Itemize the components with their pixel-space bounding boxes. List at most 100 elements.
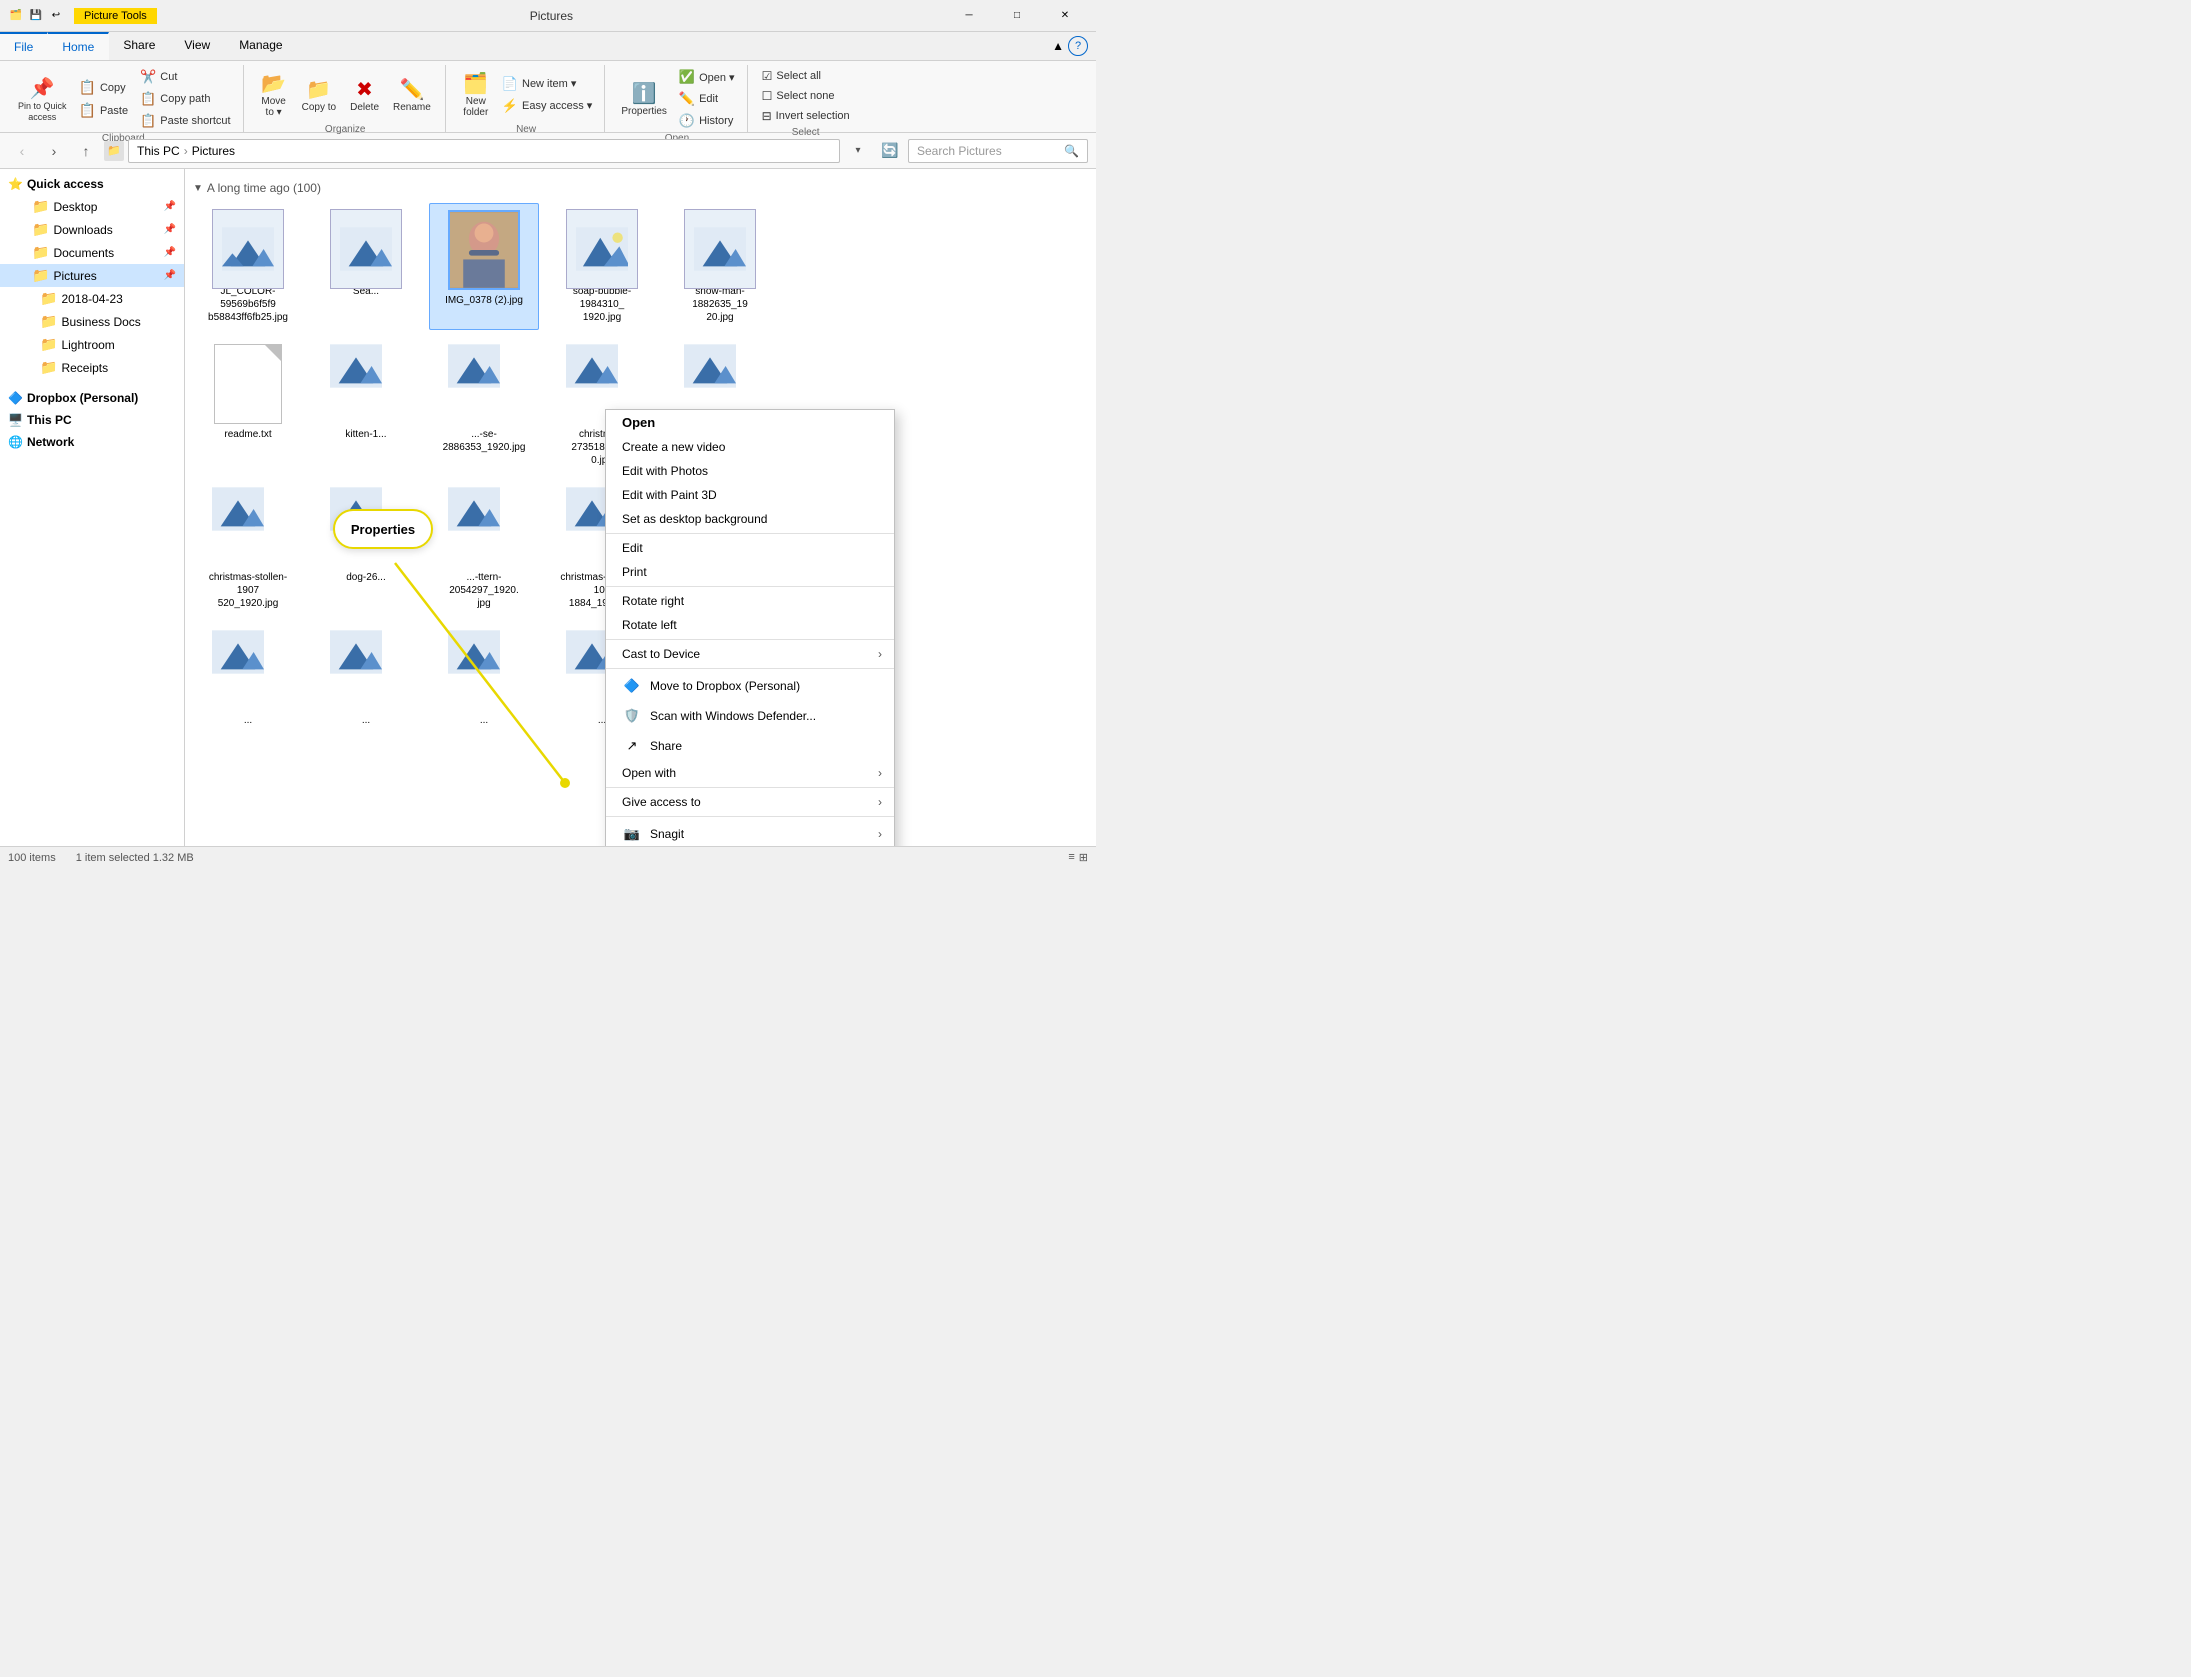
select-all-button[interactable]: ☑Select all: [758, 67, 854, 85]
select-none-button[interactable]: ☐Select none: [758, 87, 854, 105]
dropbox-section[interactable]: 🔷 Dropbox (Personal): [0, 387, 184, 409]
paste-shortcut-button[interactable]: 📋Paste shortcut: [136, 111, 235, 131]
sidebar-item-business[interactable]: 📁 Business Docs: [0, 310, 184, 333]
pin-icon: 📌: [164, 270, 176, 281]
new-folder-button[interactable]: 🗂️ Newfolder: [456, 67, 496, 122]
ctx-open-with[interactable]: Open with ›: [606, 761, 894, 785]
section-header: ▼ A long time ago (100): [193, 177, 1088, 199]
ctx-snagit[interactable]: 📷 Snagit ›: [606, 819, 894, 846]
tab-manage[interactable]: Manage: [225, 32, 297, 60]
properties-button[interactable]: ℹ️ Properties: [615, 77, 673, 121]
ctx-print[interactable]: Print: [606, 560, 894, 584]
invert-selection-button[interactable]: ⊟Invert selection: [758, 107, 854, 125]
this-pc-section[interactable]: 🖥️ This PC: [0, 409, 184, 431]
dropdown-button[interactable]: ▾: [844, 137, 872, 165]
copy-to-button[interactable]: 📁 Copy to: [296, 73, 342, 117]
file-item[interactable]: kitten-1...: [311, 338, 421, 473]
file-item[interactable]: snow-man-1882635_1920.jpg: [665, 203, 775, 330]
ctx-set-desktop[interactable]: Set as desktop background: [606, 507, 894, 531]
delete-button[interactable]: ✖ Delete: [344, 73, 385, 117]
ctx-edit[interactable]: Edit: [606, 536, 894, 560]
section-toggle[interactable]: ▼: [193, 183, 203, 194]
ctx-move-dropbox[interactable]: 🔷 Move to Dropbox (Personal): [606, 671, 894, 701]
file-item[interactable]: soap-bubble-1984310_1920.jpg: [547, 203, 657, 330]
file-name: IMG_0378 (2).jpg: [445, 294, 523, 307]
ctx-scan-defender[interactable]: 🛡️ Scan with Windows Defender...: [606, 701, 894, 731]
address-path[interactable]: This PC › Pictures: [128, 139, 840, 163]
sidebar-label-lightroom: Lightroom: [61, 338, 114, 352]
file-item[interactable]: readme.txt: [193, 338, 303, 473]
ctx-share[interactable]: ↗ Share: [606, 731, 894, 761]
close-button[interactable]: ✕: [1042, 0, 1088, 32]
file-item[interactable]: Sea...: [311, 203, 421, 330]
help-icon[interactable]: ?: [1068, 36, 1088, 56]
search-box[interactable]: Search Pictures 🔍: [908, 139, 1088, 163]
ctx-create-video[interactable]: Create a new video: [606, 435, 894, 459]
tab-share[interactable]: Share: [109, 32, 170, 60]
sidebar-item-receipts[interactable]: 📁 Receipts: [0, 356, 184, 379]
file-item[interactable]: ...-se-2886353_1920.jpg: [429, 338, 539, 473]
network-section[interactable]: 🌐 Network: [0, 431, 184, 453]
undo-icon[interactable]: ↩: [48, 8, 64, 24]
back-button[interactable]: ‹: [8, 137, 36, 165]
move-to-button[interactable]: 📂 Moveto ▾: [254, 67, 294, 122]
path-part-this-pc[interactable]: This PC: [137, 144, 180, 158]
ctx-cast-to-device[interactable]: Cast to Device ›: [606, 642, 894, 666]
easy-access-button[interactable]: ⚡Easy access ▾: [498, 96, 597, 116]
file-item[interactable]: ...-ttern-2054297_1920.jpg: [429, 481, 539, 616]
sidebar-item-documents[interactable]: 📁 Documents 📌: [0, 241, 184, 264]
edit-button[interactable]: ✏️Edit: [675, 89, 739, 109]
sidebar-item-pictures[interactable]: 📁 Pictures 📌: [0, 264, 184, 287]
tab-file[interactable]: File: [0, 32, 48, 60]
content-area: ▼ A long time ago (100): [185, 169, 1096, 846]
file-name: ...-ttern-2054297_1920.jpg: [435, 571, 533, 610]
paste-button[interactable]: 📋Paste: [75, 100, 133, 121]
ctx-rotate-right[interactable]: Rotate right: [606, 589, 894, 613]
rename-button[interactable]: ✏️ Rename: [387, 73, 437, 117]
file-name: ...-se-2886353_1920.jpg: [435, 428, 533, 454]
ctx-rotate-left[interactable]: Rotate left: [606, 613, 894, 637]
maximize-button[interactable]: □: [994, 0, 1040, 32]
sidebar-item-downloads[interactable]: 📁 Downloads 📌: [0, 218, 184, 241]
properties-annotation-bubble: Properties: [333, 509, 433, 549]
up-button[interactable]: ↑: [72, 137, 100, 165]
refresh-button[interactable]: 🔄: [876, 137, 904, 165]
save-icon[interactable]: 💾: [28, 8, 44, 24]
sidebar-item-desktop[interactable]: 📁 Desktop 📌: [0, 195, 184, 218]
search-icon[interactable]: 🔍: [1064, 144, 1079, 158]
file-item[interactable]: ...: [429, 624, 539, 733]
file-item[interactable]: ...: [193, 624, 303, 733]
sidebar-item-lightroom[interactable]: 📁 Lightroom: [0, 333, 184, 356]
quick-access-section[interactable]: ⭐ Quick access: [0, 173, 184, 195]
tab-home[interactable]: Home: [48, 32, 109, 60]
forward-button[interactable]: ›: [40, 137, 68, 165]
file-grid: JL_COLOR-59569b6f5f9b58843ff6fb25.jpg: [193, 203, 1088, 330]
minimize-button[interactable]: ─: [946, 0, 992, 32]
status-bar: 100 items 1 item selected 1.32 MB ≡ ⊞: [0, 846, 1096, 868]
ctx-edit-paint3d[interactable]: Edit with Paint 3D: [606, 483, 894, 507]
copy-path-button[interactable]: 📋Copy path: [136, 89, 235, 109]
open-button[interactable]: ✅Open ▾: [675, 67, 739, 87]
collapse-ribbon-icon[interactable]: ▲: [1052, 39, 1064, 53]
history-button[interactable]: 🕐History: [675, 111, 739, 131]
file-item[interactable]: ...: [311, 624, 421, 733]
sidebar-item-2018[interactable]: 📁 2018-04-23: [0, 287, 184, 310]
path-part-pictures[interactable]: Pictures: [192, 144, 235, 158]
address-bar: ‹ › ↑ 📁 This PC › Pictures ▾ 🔄 Search Pi…: [0, 133, 1096, 169]
tab-view[interactable]: View: [170, 32, 225, 60]
cut-button[interactable]: ✂️Cut: [136, 67, 235, 87]
title-bar-controls[interactable]: ─ □ ✕: [946, 0, 1088, 32]
ctx-edit-photos[interactable]: Edit with Photos: [606, 459, 894, 483]
folder-icon: 📁: [32, 198, 49, 215]
ctx-open[interactable]: Open: [606, 410, 894, 435]
copy-button[interactable]: 📋Copy: [75, 77, 133, 98]
file-item-selected[interactable]: IMG_0378 (2).jpg: [429, 203, 539, 330]
folder-icon: 📁: [32, 221, 49, 238]
ctx-give-access[interactable]: Give access to ›: [606, 790, 894, 814]
grid-view-icon[interactable]: ⊞: [1079, 851, 1088, 864]
file-item[interactable]: JL_COLOR-59569b6f5f9b58843ff6fb25.jpg: [193, 203, 303, 330]
new-item-button[interactable]: 📄New item ▾: [498, 74, 597, 94]
file-item[interactable]: christmas-stollen-1907520_1920.jpg: [193, 481, 303, 616]
pin-to-quick-access-button[interactable]: 📌 Pin to Quickaccess: [12, 72, 73, 127]
list-view-icon[interactable]: ≡: [1068, 851, 1074, 864]
